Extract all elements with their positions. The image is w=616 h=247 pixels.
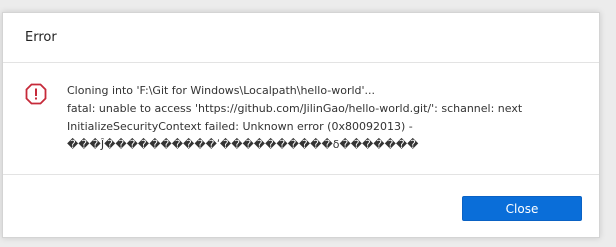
- error-dialog: Error Cloning into 'F:\Git for Windows\L…: [2, 12, 600, 238]
- close-button[interactable]: Close: [462, 196, 582, 221]
- dialog-header: Error: [3, 13, 599, 63]
- message-line: InitializeSecurityContext failed: Unknow…: [67, 120, 413, 133]
- dialog-title: Error: [25, 30, 57, 45]
- dialog-footer: Close: [3, 175, 599, 237]
- message-line: ���Ĵ����������ʹ����������δ�������: [67, 138, 419, 151]
- error-icon: [25, 83, 47, 105]
- error-message: Cloning into 'F:\Git for Windows\Localpa…: [67, 82, 587, 154]
- message-line: fatal: unable to access 'https://github.…: [67, 102, 523, 115]
- message-line: Cloning into 'F:\Git for Windows\Localpa…: [67, 84, 376, 97]
- dialog-body: Cloning into 'F:\Git for Windows\Localpa…: [3, 63, 599, 175]
